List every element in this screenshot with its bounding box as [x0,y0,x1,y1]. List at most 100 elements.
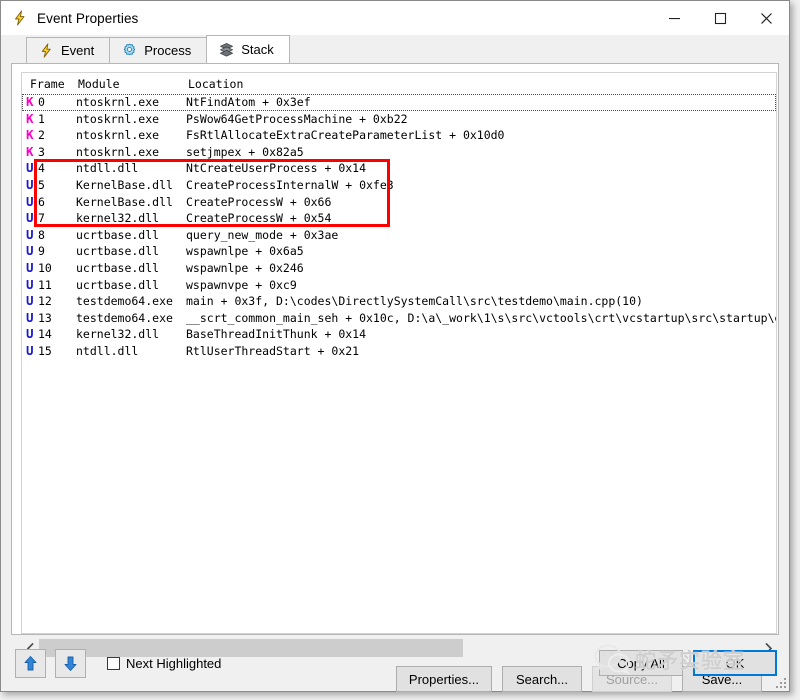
ok-button[interactable]: OK [693,650,777,676]
stack-row[interactable]: K 0 ntoskrnl.exe NtFindAtom + 0x3ef [22,94,776,111]
stack-row[interactable]: U 11 ucrtbase.dll wspawnvpe + 0xc9 [22,277,776,294]
stack-list-header: Frame Module Location [22,73,776,94]
frame-module: KernelBase.dll [76,194,173,209]
copy-all-button[interactable]: Copy All [599,650,683,676]
lightning-bolt-icon [15,10,25,26]
frame-number: 7 [38,211,45,226]
stack-row[interactable]: K 3 ntoskrnl.exe setjmpex + 0x82a5 [22,144,776,161]
frame-module: kernel32.dll [76,327,160,342]
frame-number: 2 [38,128,45,143]
gear-icon [124,43,136,56]
frame-number: 4 [38,161,45,176]
stack-row[interactable]: U 7 kernel32.dll CreateProcessW + 0x54 [22,210,776,227]
frame-module: ntoskrnl.exe [76,128,160,143]
frame-module: ntoskrnl.exe [76,95,160,109]
stack-tab-panel: Frame Module Location K 0 ntoskrnl.exe NtFi… [11,63,779,692]
frame-number: 5 [38,177,45,192]
frame-kind-indicator: U [26,309,34,325]
frame-kind-indicator: K [26,94,34,109]
previous-highlighted-button[interactable] [15,648,46,678]
stack-row[interactable]: U 9 ucrtbase.dll wspawnlpe + 0x6a5 [22,243,776,260]
column-header-module[interactable]: Module [78,77,188,91]
stack-row[interactable]: U 12 testdemo64.exe main + 0x3f, D:\codes\D… [22,293,776,310]
stack-row[interactable]: U 8 ucrtbase.dll query_new_mode + 0x3ae [22,227,776,244]
frame-number: 14 [38,327,52,342]
frame-kind-indicator: U [26,226,34,242]
maximize-button[interactable] [697,2,743,35]
frame-location: NtFindAtom + 0x3ef [186,95,311,109]
stack-row[interactable]: K 1 ntoskrnl.exe PsWow64GetProcessMachine +… [22,111,776,128]
frame-location: RtlUserThreadStart + 0x21 [186,343,360,358]
close-button[interactable] [743,2,789,35]
frame-kind-indicator: U [26,176,34,192]
frame-location: __scrt_common_main_seh + 0x10c, D:\a\_wo… [186,310,776,325]
frame-location: query_new_mode + 0x3ae [186,227,339,242]
close-icon [760,12,772,24]
frame-location: NtCreateUserProcess + 0x14 [186,161,367,176]
frame-location: wspawnlpe + 0x6a5 [186,244,304,259]
stack-list-panel[interactable]: Frame Module Location K 0 ntoskrnl.exe NtFi… [21,72,777,634]
frame-kind-indicator: U [26,326,34,342]
stack-layers-icon [220,43,234,57]
stack-list-body[interactable]: K 0 ntoskrnl.exe NtFindAtom + 0x3ef K 1 ntoskr… [22,94,776,360]
frame-kind-indicator: U [26,243,34,259]
frame-number: 13 [38,310,52,325]
stack-row[interactable]: U 15 ntdll.dll RtlUserThreadStart + 0x21 [22,343,776,360]
tab-process[interactable]: Process [109,37,208,63]
frame-location: CreateProcessW + 0x66 [186,194,332,209]
tab-process-label: Process [144,43,192,58]
stack-row[interactable]: U 13 testdemo64.exe __scrt_common_main_seh … [22,310,776,327]
frame-module: testdemo64.exe [76,310,173,325]
lightning-bolt-icon [41,43,51,58]
resize-grip[interactable] [774,676,786,688]
frame-kind-indicator: U [26,276,34,292]
frame-module: testdemo64.exe [76,294,173,309]
next-highlighted-button[interactable] [55,648,86,678]
tab-stack-label: Stack [241,42,274,57]
minimize-icon [668,17,680,19]
frame-number: 0 [38,95,45,109]
frame-location: BaseThreadInitThunk + 0x14 [186,327,367,342]
window-title: Event Properties [37,10,139,26]
frame-kind-indicator: U [26,193,34,209]
minimize-button[interactable] [651,2,697,35]
stack-row[interactable]: U 5 KernelBase.dll CreateProcessInternalW +… [22,177,776,194]
column-header-frame[interactable]: Frame [24,77,78,91]
frame-module: ucrtbase.dll [76,260,160,275]
frame-module: ucrtbase.dll [76,244,160,259]
frame-kind-indicator: U [26,342,34,358]
stack-row[interactable]: U 10 ucrtbase.dll wspawnlpe + 0x246 [22,260,776,277]
frame-module: ntoskrnl.exe [76,111,160,126]
frame-location: FsRtlAllocateExtraCreateParameterList + … [186,128,505,143]
frame-location: wspawnlpe + 0x246 [186,260,304,275]
frame-kind-indicator: U [26,160,34,176]
frame-number: 6 [38,194,45,209]
tab-stack[interactable]: Stack [206,35,290,63]
frame-location: setjmpex + 0x82a5 [186,144,304,159]
frame-number: 9 [38,244,45,259]
frame-number: 15 [38,343,52,358]
next-highlighted-checkbox-row[interactable]: Next Highlighted [107,656,221,671]
frame-kind-indicator: K [26,127,34,143]
frame-module: kernel32.dll [76,211,160,226]
frame-kind-indicator: K [26,110,34,126]
frame-module: ntdll.dll [76,343,139,358]
arrow-up-icon [24,655,37,670]
stack-row[interactable]: U 14 kernel32.dll BaseThreadInitThunk + 0x1… [22,326,776,343]
frame-kind-indicator: U [26,293,34,309]
tab-event[interactable]: Event [26,37,111,63]
frame-location: wspawnvpe + 0xc9 [186,277,297,292]
frame-number: 8 [38,227,45,242]
frame-module: ucrtbase.dll [76,277,160,292]
column-header-location[interactable]: Location [188,77,588,91]
stack-row[interactable]: U 6 KernelBase.dll CreateProcessW + 0x66 [22,194,776,211]
stack-row[interactable]: U 4 ntdll.dll NtCreateUserProcess + 0x14 [22,160,776,177]
frame-location: CreateProcessW + 0x54 [186,211,332,226]
frame-module: ucrtbase.dll [76,227,160,242]
tab-event-label: Event [61,43,95,58]
next-highlighted-checkbox[interactable] [107,656,120,670]
stack-row[interactable]: K 2 ntoskrnl.exe FsRtlAllocateExtraCreatePa… [22,127,776,144]
arrow-down-icon [64,656,77,671]
title-bar: Event Properties [1,1,789,35]
frame-number: 10 [38,260,52,275]
